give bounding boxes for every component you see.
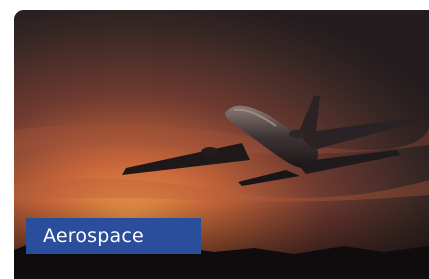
aerospace-card[interactable]: Aerospace	[14, 10, 429, 279]
category-label[interactable]: Aerospace	[26, 218, 201, 254]
